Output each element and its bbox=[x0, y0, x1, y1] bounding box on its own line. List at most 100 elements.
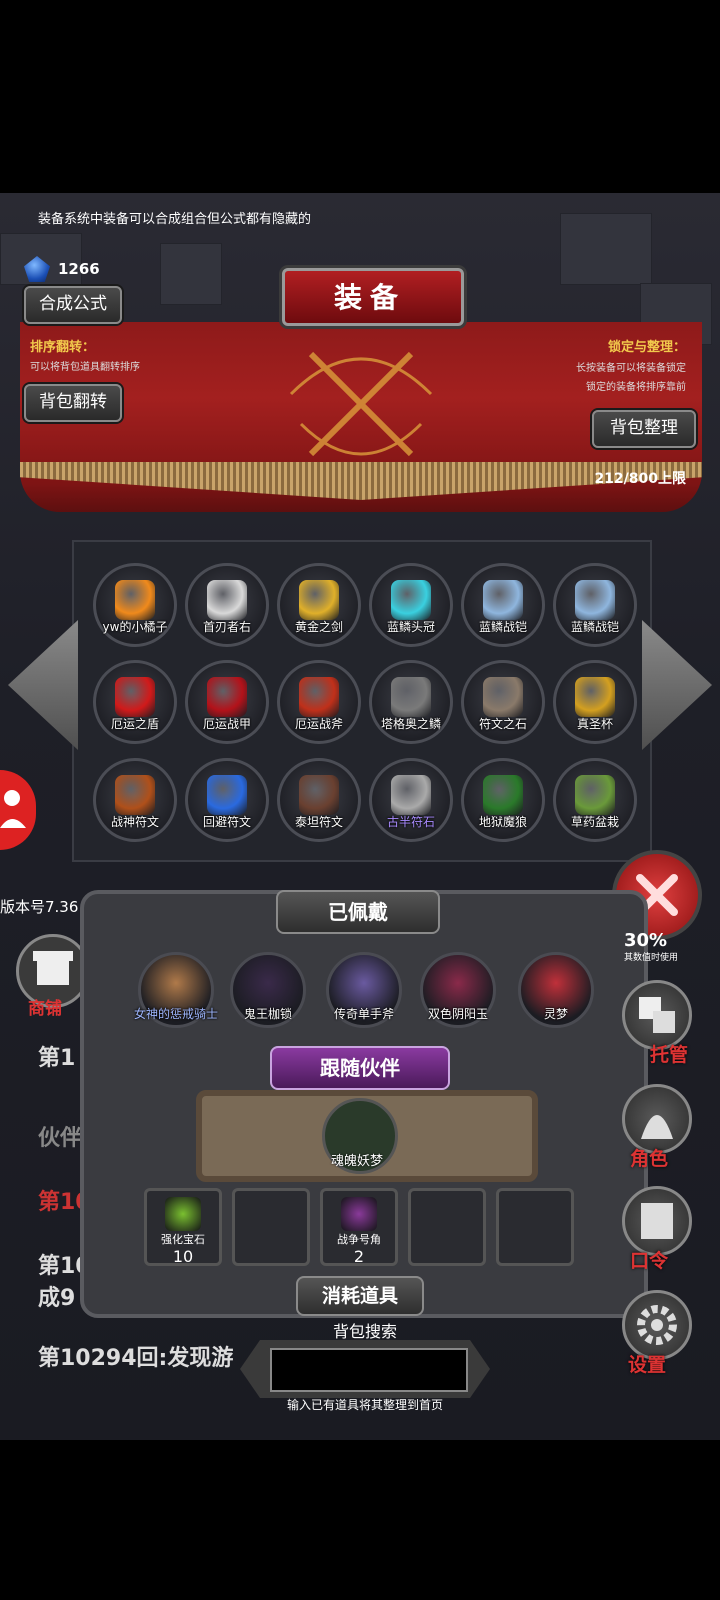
item-name: 真圣杯 bbox=[576, 717, 613, 731]
equipped-slot[interactable]: 灵梦 bbox=[518, 952, 594, 1028]
item-icon bbox=[575, 775, 615, 815]
currency-value: 1266 bbox=[58, 260, 100, 278]
partner-title: 跟随伙伴 bbox=[270, 1046, 450, 1090]
consumable-slot[interactable] bbox=[408, 1188, 486, 1266]
consumables-title: 消耗道具 bbox=[296, 1276, 424, 1316]
bag-capacity: 212/800上限 bbox=[594, 471, 686, 487]
item-name: 符文之石 bbox=[478, 717, 527, 731]
item-name: 厄运之盾 bbox=[110, 717, 159, 731]
inventory-slot[interactable]: 符文之石 bbox=[461, 660, 545, 744]
item-icon bbox=[483, 677, 523, 717]
hood-icon bbox=[641, 1115, 673, 1139]
inventory-slot[interactable]: 黄金之剑 bbox=[277, 563, 361, 647]
item-name: 回避符文 bbox=[202, 815, 251, 829]
bag-sort-button[interactable]: 背包整理 bbox=[592, 410, 696, 448]
consumable-slot[interactable]: 强化宝石 10 bbox=[144, 1188, 222, 1266]
item-icon bbox=[483, 580, 523, 620]
search-title: 背包搜索 bbox=[332, 1322, 397, 1341]
version-label: 版本号7.36 bbox=[0, 898, 79, 916]
equipped-item-name: 双色阴阳玉 bbox=[427, 1007, 488, 1021]
item-icon bbox=[483, 775, 523, 815]
item-name: 厄运战甲 bbox=[202, 717, 251, 731]
inventory-slot[interactable]: yw的小橘子 bbox=[93, 563, 177, 647]
search-input[interactable] bbox=[270, 1348, 468, 1392]
consumable-name: 强化宝石 bbox=[161, 1233, 205, 1246]
equipped-slot[interactable]: 双色阴阳玉 bbox=[420, 952, 496, 1028]
dice-icon bbox=[639, 997, 675, 1033]
consumable-icon bbox=[341, 1197, 377, 1231]
item-name: 地狱魔狼 bbox=[478, 815, 527, 829]
inventory-slot[interactable]: 战神符文 bbox=[93, 758, 177, 842]
auto-manage-label: 托管 bbox=[650, 1044, 689, 1066]
avatar-tab[interactable] bbox=[0, 770, 36, 850]
inventory-slot[interactable]: 首刃者右 bbox=[185, 563, 269, 647]
book-icon bbox=[641, 1203, 673, 1239]
item-name: 蓝鳞战铠 bbox=[570, 620, 619, 634]
equipped-slot[interactable]: 鬼王枷锁 bbox=[230, 952, 306, 1028]
equipped-slot[interactable]: 传奇单手斧 bbox=[326, 952, 402, 1028]
sort-flip-desc: 可以将背包道具翻转排序 bbox=[30, 362, 140, 373]
inventory-slot[interactable]: 回避符文 bbox=[185, 758, 269, 842]
item-name: 战神符文 bbox=[110, 815, 159, 829]
item-icon bbox=[391, 677, 431, 717]
inventory-slot[interactable]: 地狱魔狼 bbox=[461, 758, 545, 842]
inventory-slot[interactable]: 真圣杯 bbox=[553, 660, 637, 744]
sort-flip-info: 排序翻转： 可以将背包道具翻转排序 bbox=[30, 336, 140, 373]
lock-sort-info: 锁定与整理： 长按装备可以将装备锁定 锁定的装备将排序靠前 bbox=[576, 336, 686, 393]
item-icon bbox=[115, 580, 155, 620]
user-icon bbox=[0, 790, 26, 828]
inventory-slot[interactable]: 古半符石 bbox=[369, 758, 453, 842]
sort-flip-label: 排序翻转： bbox=[30, 340, 96, 355]
item-icon bbox=[207, 677, 247, 717]
consumable-count: 2 bbox=[353, 1247, 365, 1266]
item-name: 古半符石 bbox=[386, 815, 435, 829]
inventory-slot[interactable]: 厄运战斧 bbox=[277, 660, 361, 744]
synth-formula-button[interactable]: 合成公式 bbox=[24, 286, 122, 324]
item-icon bbox=[575, 580, 615, 620]
page-title: 装备 bbox=[333, 281, 406, 314]
item-icon bbox=[207, 775, 247, 815]
item-name: 蓝鳞头冠 bbox=[386, 620, 435, 634]
lock-sort-desc2: 锁定的装备将排序靠前 bbox=[586, 382, 686, 393]
inventory-slot[interactable]: 蓝鳞战铠 bbox=[461, 563, 545, 647]
bag-flip-button[interactable]: 背包翻转 bbox=[24, 384, 122, 422]
gear-icon bbox=[637, 1305, 677, 1345]
consumable-slot[interactable] bbox=[496, 1188, 574, 1266]
inventory-slot[interactable]: 厄运战甲 bbox=[185, 660, 269, 744]
settings-label: 设置 bbox=[628, 1354, 667, 1376]
inventory-slot[interactable]: 厄运之盾 bbox=[93, 660, 177, 744]
inventory-slot[interactable]: 塔格奥之鳞 bbox=[369, 660, 453, 744]
shop-label: 商铺 bbox=[28, 999, 62, 1019]
equipped-slot[interactable]: 女神的惩戒骑士 bbox=[134, 952, 218, 1028]
item-name: 蓝鳞战铠 bbox=[478, 620, 527, 634]
inventory-slot[interactable]: 蓝鳞战铠 bbox=[553, 563, 637, 647]
item-name: 厄运战斧 bbox=[294, 717, 343, 731]
consumable-slot[interactable] bbox=[232, 1188, 310, 1266]
log-line: 成9 bbox=[38, 1286, 76, 1311]
percent-value: 30% bbox=[624, 930, 668, 951]
item-name: 塔格奥之鳞 bbox=[380, 717, 441, 731]
item-icon bbox=[575, 677, 615, 717]
inventory-slot[interactable]: 泰坦符文 bbox=[277, 758, 361, 842]
item-icon bbox=[299, 677, 339, 717]
consumable-count: 10 bbox=[172, 1247, 194, 1266]
currency: 1266 bbox=[24, 256, 100, 282]
crossed-swords-emblem bbox=[289, 351, 433, 457]
character-label: 角色 bbox=[630, 1148, 669, 1170]
item-icon bbox=[207, 580, 247, 620]
item-icon bbox=[299, 580, 339, 620]
item-icon bbox=[115, 775, 155, 815]
inventory-slot[interactable]: 草药盆栽 bbox=[553, 758, 637, 842]
item-name: 草药盆栽 bbox=[570, 815, 619, 829]
partner-name: 魂魄妖梦 bbox=[330, 1154, 383, 1169]
log-line: 第10294回:发现游 bbox=[38, 1346, 234, 1371]
inventory-slot[interactable]: 蓝鳞头冠 bbox=[369, 563, 453, 647]
consumable-icon bbox=[165, 1197, 201, 1231]
consumable-slot[interactable]: 战争号角 2 bbox=[320, 1188, 398, 1266]
lock-sort-label: 锁定与整理： bbox=[607, 340, 686, 355]
item-icon bbox=[299, 775, 339, 815]
percent-sub: 其数值时使用 bbox=[624, 953, 679, 963]
blue-gem-icon bbox=[24, 256, 50, 282]
log-line: 第1 bbox=[38, 1046, 76, 1071]
item-icon bbox=[115, 677, 155, 717]
